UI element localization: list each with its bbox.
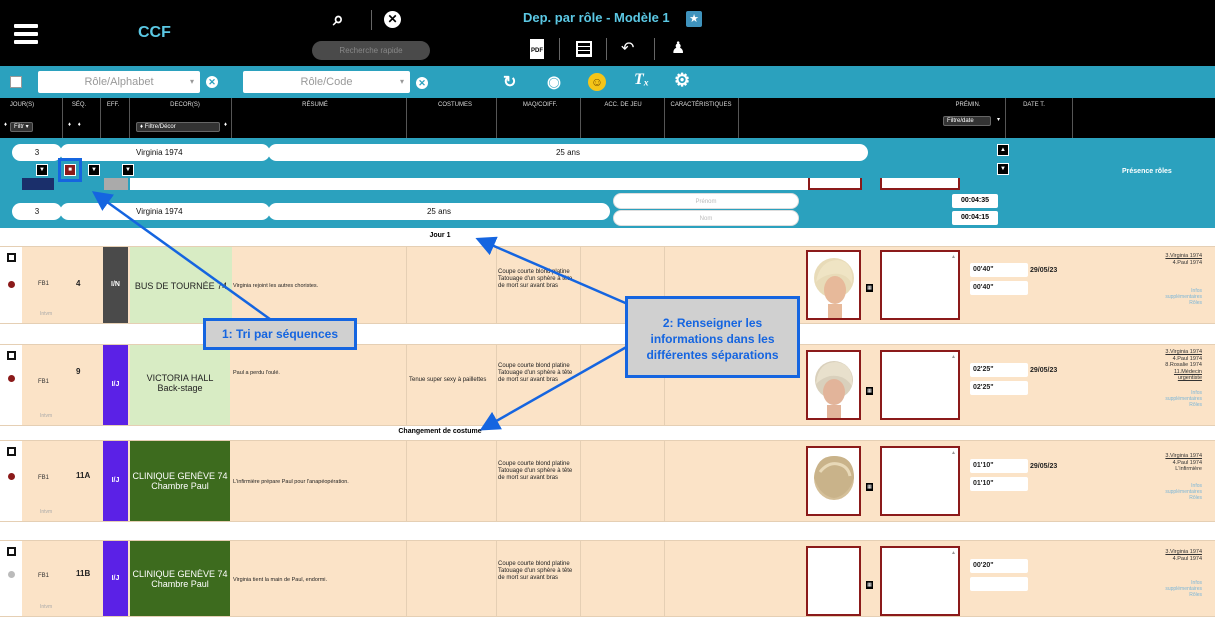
- arrow-2b: [479, 343, 631, 431]
- annotation-arrows: [91, 191, 631, 431]
- callout-sort-sequences: 1: Tri par séquences: [203, 318, 357, 350]
- arrow-2a: [475, 236, 631, 307]
- arrow-1: [91, 191, 275, 324]
- callout-fill-info: 2: Renseigner les informations dans les …: [625, 296, 800, 378]
